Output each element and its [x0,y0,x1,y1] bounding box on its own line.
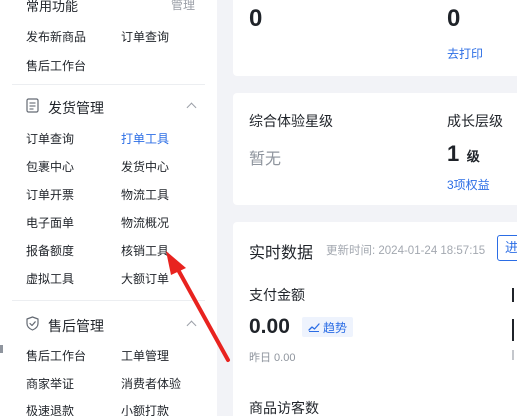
shipping-item-print-tool[interactable]: 打单工具 [121,130,169,147]
section-shipping-title: 发货管理 [48,100,104,116]
shipping-item-report-quota[interactable]: 报备额度 [26,242,74,259]
experience-card: 综合体验星级 暂无 成长层级 1 级 3项权益 [233,93,517,205]
clipped-text-fragment [512,350,514,360]
sidebar-divider [12,84,205,85]
shipping-item-verification-tool[interactable]: 核销工具 [121,242,169,259]
shipping-item-virtual-tool[interactable]: 虚拟工具 [26,270,74,287]
shipping-item-large-order[interactable]: 大额订单 [121,270,169,287]
clipped-text-fragment [512,319,514,341]
realtime-data-card: 实时数据 更新时间: 2024-01-24 18:57:15 支付金额 0.00… [233,222,517,416]
trend-label: 趋势 [323,320,348,335]
aftersale-item-ticket-management[interactable]: 工单管理 [121,347,169,364]
yesterday-value: 昨日 0.00 [249,352,296,364]
common-item-order-query[interactable]: 订单查询 [121,28,169,45]
sidebar: 常用功能 管理 发布新商品 订单查询 售后工作台 发货管理 订单查询 打单工具 … [0,0,217,416]
chevron-up-icon [186,320,197,331]
growth-level-number: 1 [447,141,460,166]
growth-level-unit: 级 [466,149,480,164]
common-functions-manage-link[interactable]: 管理 [171,0,195,13]
trend-chart-icon [308,323,320,332]
sidebar-collapse-handle[interactable] [0,345,3,353]
common-item-aftersale-workbench[interactable]: 售后工作台 [26,57,86,74]
growth-level-label: 成长层级 [447,113,503,129]
experience-score-value: 暂无 [249,151,282,168]
aftersale-item-consumer-experience[interactable]: 消费者体验 [121,375,181,392]
aftersale-item-small-payment[interactable]: 小额打款 [121,402,169,416]
section-aftersale-title: 售后管理 [48,318,104,334]
realtime-title: 实时数据 [249,245,314,262]
trend-button[interactable]: 趋势 [302,317,354,337]
sidebar-divider [12,300,205,301]
shipping-item-order-query[interactable]: 订单查询 [26,130,74,147]
clipped-text-fragment [512,288,514,302]
order-stats-card: 0 0 去打印 [233,0,517,76]
pay-amount-value: 0.00 [249,315,290,338]
shipping-item-order-invoice[interactable]: 订单开票 [26,186,74,203]
document-icon [26,98,39,113]
shipping-item-logistics-tool[interactable]: 物流工具 [121,186,169,203]
shipping-item-delivery-center[interactable]: 发货中心 [121,158,169,175]
growth-level-value: 1 级 [447,141,480,167]
aftersale-item-merchant-evidence[interactable]: 商家举证 [26,375,74,392]
product-visitors-label: 商品访客数 [249,400,319,416]
aftersale-item-fast-refund[interactable]: 极速退款 [26,402,74,416]
stat-value-right: 0 [447,5,461,32]
enter-button[interactable]: 进 [497,235,517,261]
shield-check-icon [26,316,39,331]
shipping-item-e-waybill[interactable]: 电子面单 [26,214,74,231]
common-item-publish-product[interactable]: 发布新商品 [26,28,86,45]
stat-value-left: 0 [249,5,263,32]
rights-link[interactable]: 3项权益 [447,176,490,193]
shipping-item-package-center[interactable]: 包裹中心 [26,158,74,175]
go-print-link[interactable]: 去打印 [447,45,483,62]
experience-score-label: 综合体验星级 [249,113,333,129]
chevron-up-icon [186,102,197,113]
pay-amount-label: 支付金额 [249,287,305,303]
aftersale-item-workbench[interactable]: 售后工作台 [26,347,86,364]
shipping-item-logistics-overview[interactable]: 物流概况 [121,214,169,231]
common-functions-title: 常用功能 [26,0,79,14]
update-time: 更新时间: 2024-01-24 18:57:15 [326,245,486,257]
